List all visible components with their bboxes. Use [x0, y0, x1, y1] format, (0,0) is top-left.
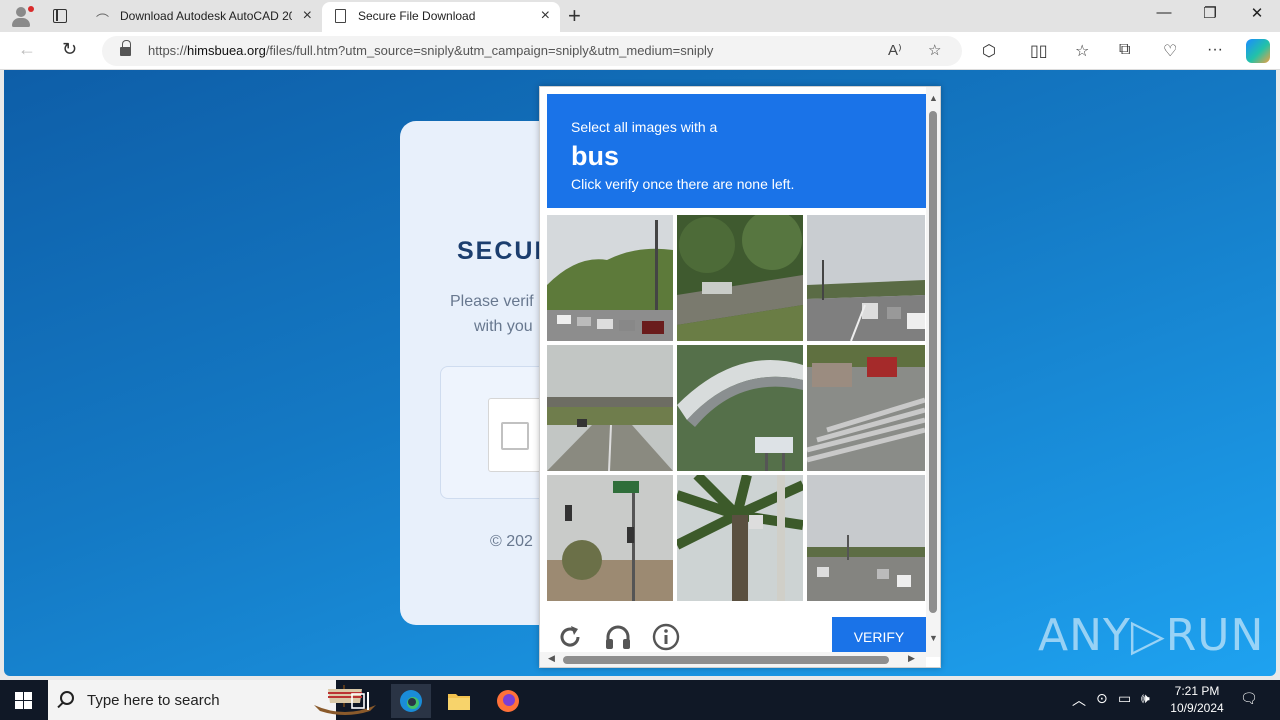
favorite-star-icon[interactable]: ☆	[928, 41, 941, 59]
tab-secure-file-download[interactable]: Secure File Download ×	[322, 2, 560, 32]
tab-label: Secure File Download	[358, 9, 476, 23]
search-icon	[60, 691, 74, 705]
refresh-icon[interactable]: ↻	[62, 39, 77, 60]
edge-browser-icon[interactable]	[391, 684, 431, 718]
copyright-text: © 202	[490, 533, 533, 550]
tile-palm-tree[interactable]	[677, 475, 803, 601]
address-toolbar: ← ↻ https://himsbuea.org/files/full.htm?…	[0, 32, 1280, 70]
tile-highway-lanes[interactable]	[807, 215, 933, 341]
lock-icon[interactable]	[120, 40, 131, 56]
favorites-icon[interactable]: ☆	[1075, 41, 1089, 61]
read-aloud-icon[interactable]: A⁾	[888, 41, 902, 59]
tile-wide-road[interactable]	[807, 475, 933, 601]
more-options-icon[interactable]: ···	[1207, 41, 1223, 59]
loading-icon: ⌒	[96, 13, 110, 28]
firefox-icon[interactable]	[488, 684, 528, 718]
tile-street-hill-traffic[interactable]	[547, 215, 673, 341]
url-text[interactable]: https://himsbuea.org/files/full.htm?utm_…	[148, 43, 713, 58]
scroll-left-icon[interactable]: ◀	[548, 653, 555, 664]
tab-actions-icon[interactable]	[48, 6, 72, 26]
profile-avatar-icon[interactable]	[8, 4, 34, 28]
close-window-icon[interactable]: ✕	[1234, 4, 1280, 22]
scroll-right-icon[interactable]: ▶	[908, 653, 915, 664]
url-field[interactable]: https://himsbuea.org/files/full.htm?utm_…	[102, 36, 962, 66]
clock-time: 7:21 PM	[1174, 684, 1220, 698]
back-icon[interactable]: ←	[18, 39, 36, 60]
split-screen-icon[interactable]: ▯▯	[1030, 41, 1048, 61]
captcha-vertical-scrollbar[interactable]: ▲ ▼	[926, 87, 940, 657]
tab-autocad[interactable]: ⌒ Download Autodesk AutoCAD 20 ×	[84, 2, 322, 32]
info-icon[interactable]	[652, 623, 680, 651]
clock[interactable]: 7:21 PM 10/9/2024	[1160, 683, 1234, 717]
captcha-target: bus	[571, 141, 620, 171]
browser-essentials-icon[interactable]: ♡	[1163, 41, 1177, 61]
captcha-challenge: Select all images with a bus Click verif…	[539, 86, 941, 668]
new-tab-icon[interactable]: +	[568, 3, 581, 29]
reload-challenge-icon[interactable]	[556, 623, 584, 651]
collections-icon[interactable]: ⧉	[1119, 41, 1130, 59]
scroll-up-icon[interactable]: ▲	[929, 93, 938, 103]
copilot-icon[interactable]	[1246, 39, 1270, 63]
security-tray-icon[interactable]: ⊙	[1096, 690, 1108, 707]
verify-button[interactable]: VERIFY	[832, 617, 926, 653]
audio-challenge-icon[interactable]	[604, 623, 632, 651]
tile-traffic-light-sign[interactable]	[547, 475, 673, 601]
clock-date: 10/9/2024	[1170, 701, 1224, 715]
tile-overgrown-road[interactable]	[677, 215, 803, 341]
notifications-icon[interactable]: 🗨	[1240, 690, 1258, 707]
horizontal-scroll-thumb[interactable]	[563, 656, 889, 664]
browser-tab-bar: ⌒ Download Autodesk AutoCAD 20 × Secure …	[0, 0, 1280, 32]
tab-close-icon[interactable]: ×	[541, 7, 550, 25]
minimize-icon[interactable]: —	[1141, 4, 1187, 21]
tile-crosswalk-cars[interactable]	[807, 345, 933, 471]
file-explorer-icon[interactable]	[439, 684, 479, 718]
tab-label: Download Autodesk AutoCAD 20	[120, 9, 292, 23]
show-hidden-icons-icon[interactable]: ︿	[1072, 690, 1086, 710]
scroll-down-icon[interactable]: ▼	[929, 633, 938, 643]
windows-taskbar: Type here to search ︿ ⊙ ▭ 🕪 7:21 PM 10/9…	[0, 680, 1280, 720]
tile-curved-bridge[interactable]	[677, 345, 803, 471]
volume-icon[interactable]: 🕪	[1141, 690, 1150, 707]
taskbar-search-box[interactable]: Type here to search	[48, 680, 376, 720]
restore-icon[interactable]: ❐	[1187, 4, 1233, 22]
extensions-icon[interactable]: ⬡	[982, 41, 996, 61]
captcha-image-grid	[547, 215, 926, 602]
tile-overpass-road[interactable]	[547, 345, 673, 471]
page-icon	[335, 9, 346, 23]
anyrun-watermark-logo: ANY▷RUN	[1038, 610, 1265, 661]
captcha-instruction: Select all images with a	[571, 119, 718, 135]
task-view-icon[interactable]	[342, 684, 382, 718]
captcha-header: Select all images with a bus Click verif…	[547, 94, 926, 208]
network-icon[interactable]: ▭	[1118, 690, 1131, 707]
search-placeholder: Type here to search	[87, 692, 220, 709]
captcha-hint: Click verify once there are none left.	[571, 176, 795, 192]
captcha-horizontal-scrollbar[interactable]: ◀ ▶	[540, 652, 926, 667]
captcha-checkbox[interactable]	[501, 422, 529, 450]
vertical-scroll-thumb[interactable]	[929, 111, 937, 613]
tab-close-icon[interactable]: ×	[303, 7, 312, 25]
windows-start-icon[interactable]	[15, 692, 32, 709]
